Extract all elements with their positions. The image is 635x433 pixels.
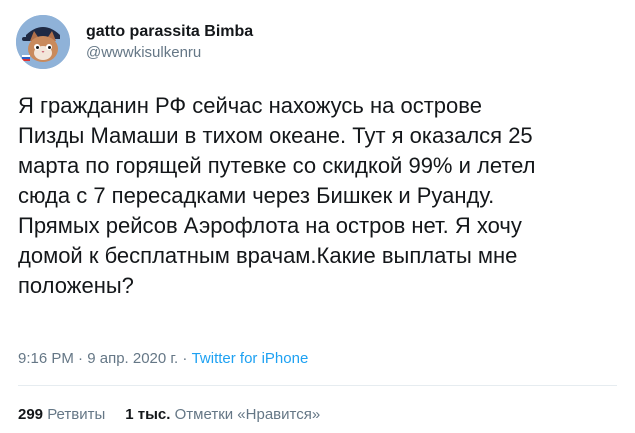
tweet-source-link[interactable]: Twitter for iPhone <box>192 350 309 367</box>
retweets-count: 299 <box>18 406 44 423</box>
tweet-time[interactable]: 9:16 PM <box>18 350 74 367</box>
tweet-date[interactable]: 9 апр. 2020 г. <box>87 350 178 367</box>
tweet-text: Я гражданин РФ сейчас нахожусь на остров… <box>18 93 536 298</box>
tweet-meta: 9:16 PM · 9 апр. 2020 г. · Twitter for i… <box>18 349 308 369</box>
tweet-card: gatto parassita Bimba @wwwkisulkenru Я г… <box>0 0 635 433</box>
retweets-label: Ретвиты <box>47 406 106 423</box>
meta-separator: · <box>178 350 192 367</box>
cartoon-cat-icon <box>16 15 70 69</box>
avatar[interactable] <box>16 15 70 69</box>
divider <box>18 385 617 386</box>
user-info: gatto parassita Bimba @wwwkisulkenru <box>86 22 253 63</box>
meta-separator: · <box>73 350 88 367</box>
likes-stat[interactable]: 1 тыс. Отметки «Нравится» <box>125 406 320 423</box>
likes-label: Отметки «Нравится» <box>174 406 321 423</box>
retweets-stat[interactable]: 299 Ретвиты <box>18 406 105 423</box>
display-name[interactable]: gatto parassita Bimba <box>86 22 253 42</box>
tweet-header: gatto parassita Bimba @wwwkisulkenru <box>16 14 253 70</box>
likes-count: 1 тыс. <box>125 406 171 423</box>
user-handle[interactable]: @wwwkisulkenru <box>86 43 253 63</box>
tweet-stats: 299 Ретвиты 1 тыс. Отметки «Нравится» <box>18 405 320 425</box>
